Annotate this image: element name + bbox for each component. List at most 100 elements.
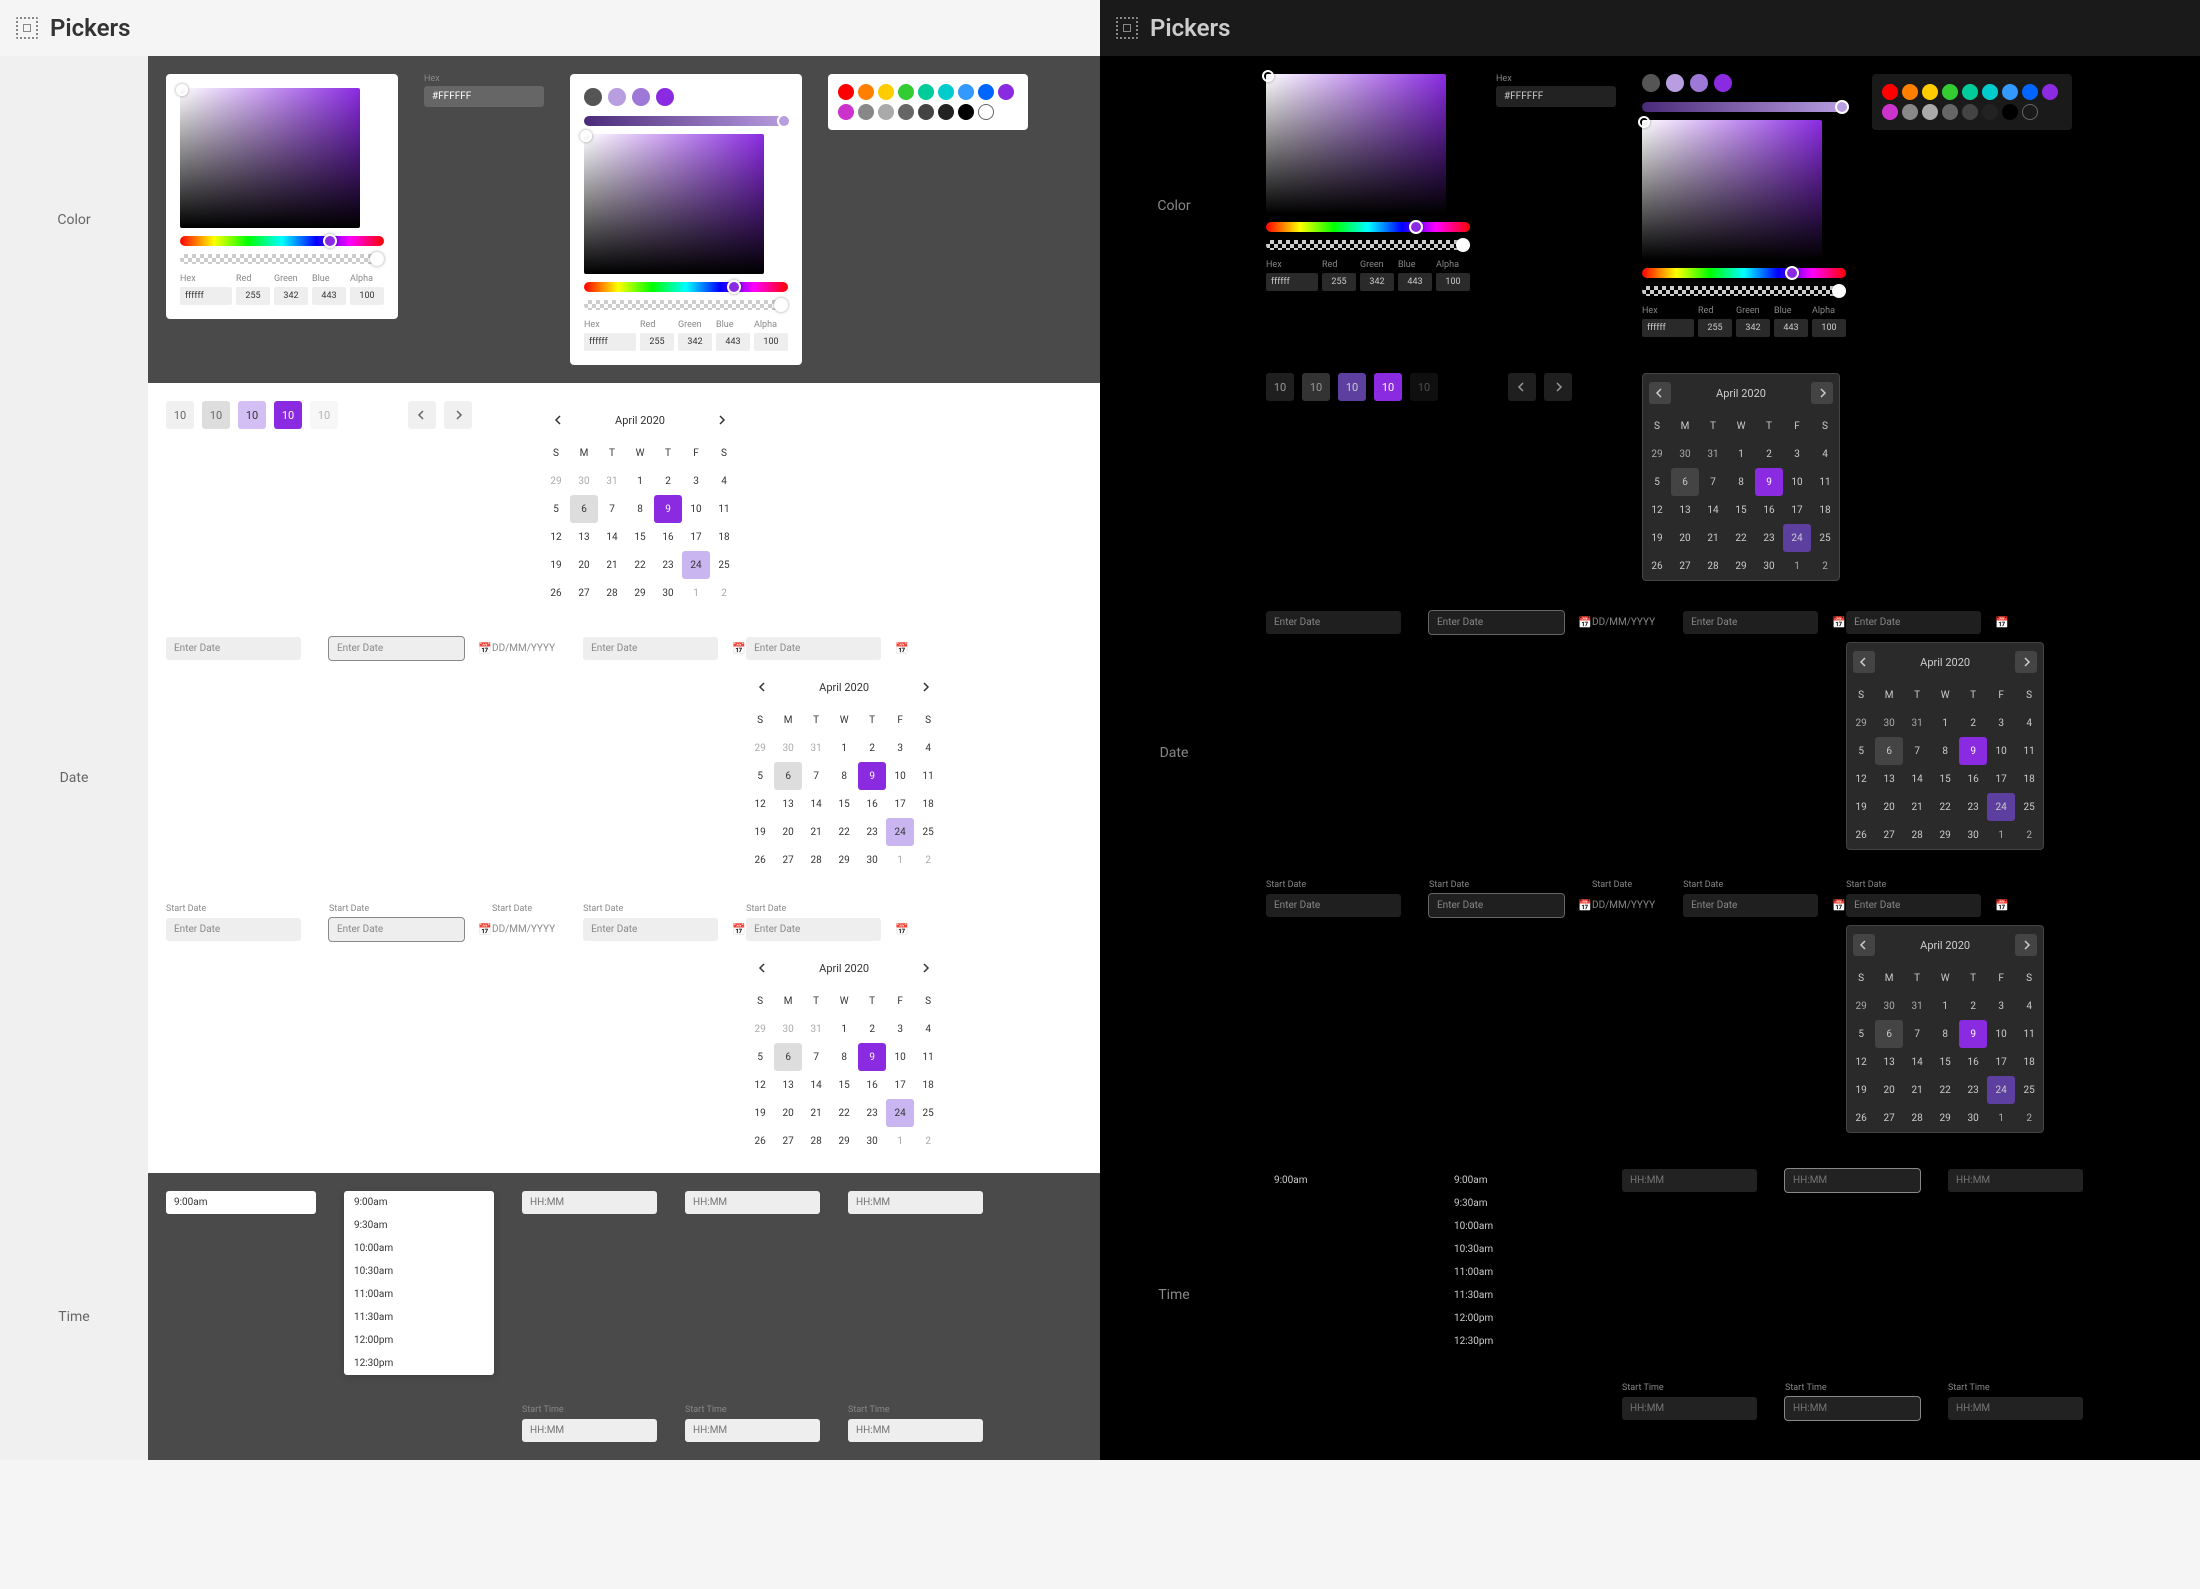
date-chip[interactable]: 10 [274,401,302,429]
calendar-day[interactable]: 10 [1987,737,2015,765]
calendar-day[interactable]: 28 [1699,552,1727,580]
date-input[interactable] [1429,611,1578,634]
time-input[interactable] [848,1419,983,1442]
calendar-day[interactable]: 24 [1987,793,2015,821]
calendar-day[interactable]: 7 [1903,737,1931,765]
calendar-day[interactable]: 19 [746,818,774,846]
calendar-day[interactable]: 31 [1903,709,1931,737]
calendar-day[interactable]: 18 [710,523,738,551]
calendar-day[interactable]: 12 [1847,1048,1875,1076]
calendar-day[interactable]: 27 [1671,552,1699,580]
swatch-empty[interactable] [978,104,994,120]
alpha-input[interactable] [350,287,384,305]
date-input[interactable] [1429,894,1578,917]
hue-thumb[interactable] [1409,220,1423,234]
calendar-day[interactable]: 22 [626,551,654,579]
calendar-day[interactable]: 21 [1903,793,1931,821]
calendar-day[interactable]: 1 [886,1127,914,1155]
calendar-day[interactable]: 2 [2015,821,2043,849]
calendar-day[interactable]: 29 [830,1127,858,1155]
calendar-day[interactable]: 20 [774,818,802,846]
prev-month-button[interactable] [752,957,774,979]
calendar-day[interactable]: 4 [914,734,942,762]
date-field[interactable]: 📅 [746,637,881,660]
calendar-day[interactable]: 17 [886,790,914,818]
alpha-thumb[interactable] [774,298,788,312]
swatch-dot[interactable] [608,88,626,106]
time-option[interactable]: 12:30pm [344,1352,494,1375]
next-month-button[interactable] [2015,651,2037,673]
swatch[interactable] [838,104,854,120]
calendar-day[interactable]: 26 [1847,1104,1875,1132]
calendar-day[interactable]: 1 [682,579,710,607]
swatch-dot[interactable] [632,88,650,106]
date-chip[interactable]: 10 [1374,373,1402,401]
calendar-day[interactable]: 8 [1931,1020,1959,1048]
calendar-day[interactable]: 20 [1671,524,1699,552]
calendar-day[interactable]: 11 [710,495,738,523]
calendar-day[interactable]: 26 [746,846,774,874]
date-input[interactable] [746,637,895,660]
calendar-day[interactable]: 20 [1875,793,1903,821]
next-month-button[interactable] [914,957,936,979]
next-month-button[interactable] [1811,382,1833,404]
calendar-day[interactable]: 29 [746,734,774,762]
alpha-slider[interactable] [1642,286,1846,296]
saturation-field[interactable] [584,134,764,274]
time-input[interactable] [1622,1169,1757,1192]
calendar-day[interactable]: 23 [858,1099,886,1127]
red-input[interactable] [236,287,270,305]
date-input[interactable] [1846,611,1995,634]
alpha-input[interactable] [1812,319,1846,337]
calendar-day[interactable]: 2 [1811,552,1839,580]
prev-month-button[interactable] [408,401,436,429]
sat-thumb[interactable] [176,84,188,96]
swatch[interactable] [1922,104,1938,120]
calendar-day[interactable]: 21 [802,1099,830,1127]
calendar-day[interactable]: 26 [1847,821,1875,849]
date-input[interactable] [1683,611,1832,634]
blue-input[interactable] [716,333,750,351]
calendar-day[interactable]: 14 [802,790,830,818]
calendar-day[interactable]: 28 [1903,1104,1931,1132]
time-option[interactable]: 11:30am [1444,1284,1594,1307]
date-field[interactable] [1266,894,1401,917]
calendar-day[interactable]: 6 [1671,468,1699,496]
date-field[interactable]: 📅 [583,637,718,660]
calendar-day[interactable]: 13 [1875,765,1903,793]
calendar-day[interactable]: 16 [858,790,886,818]
time-option[interactable]: 12:00pm [1444,1307,1594,1330]
swatch[interactable] [938,104,954,120]
time-input[interactable] [522,1191,657,1214]
calendar-day[interactable]: 9 [1959,737,1987,765]
blue-input[interactable] [1774,319,1808,337]
calendar-day[interactable]: 13 [1671,496,1699,524]
calendar-day[interactable]: 25 [710,551,738,579]
calendar-day[interactable]: 29 [542,467,570,495]
hue-thumb[interactable] [727,280,741,294]
calendar-day[interactable]: 2 [858,734,886,762]
date-field[interactable] [166,918,301,941]
calendar-day[interactable]: 25 [1811,524,1839,552]
calendar-day[interactable]: 24 [1987,1076,2015,1104]
calendar-day[interactable]: 4 [2015,992,2043,1020]
swatch[interactable] [2042,84,2058,100]
swatch-dot[interactable] [656,88,674,106]
green-input[interactable] [678,333,712,351]
calendar-day[interactable]: 13 [1875,1048,1903,1076]
calendar-day[interactable]: 9 [654,495,682,523]
swatch[interactable] [898,104,914,120]
next-month-button[interactable] [2015,934,2037,956]
alpha-thumb[interactable] [1456,238,1470,252]
calendar-day[interactable]: 2 [654,467,682,495]
calendar-day[interactable]: 2 [914,846,942,874]
calendar-day[interactable]: 1 [1987,1104,2015,1132]
opacity-thumb[interactable] [777,114,791,128]
calendar-day[interactable]: 6 [1875,737,1903,765]
calendar-day[interactable]: 2 [1959,709,1987,737]
calendar-day[interactable]: 30 [654,579,682,607]
alpha-slider[interactable] [180,254,384,264]
calendar-day[interactable]: 13 [570,523,598,551]
calendar-day[interactable]: 17 [1987,765,2015,793]
calendar-day[interactable]: 24 [886,1099,914,1127]
